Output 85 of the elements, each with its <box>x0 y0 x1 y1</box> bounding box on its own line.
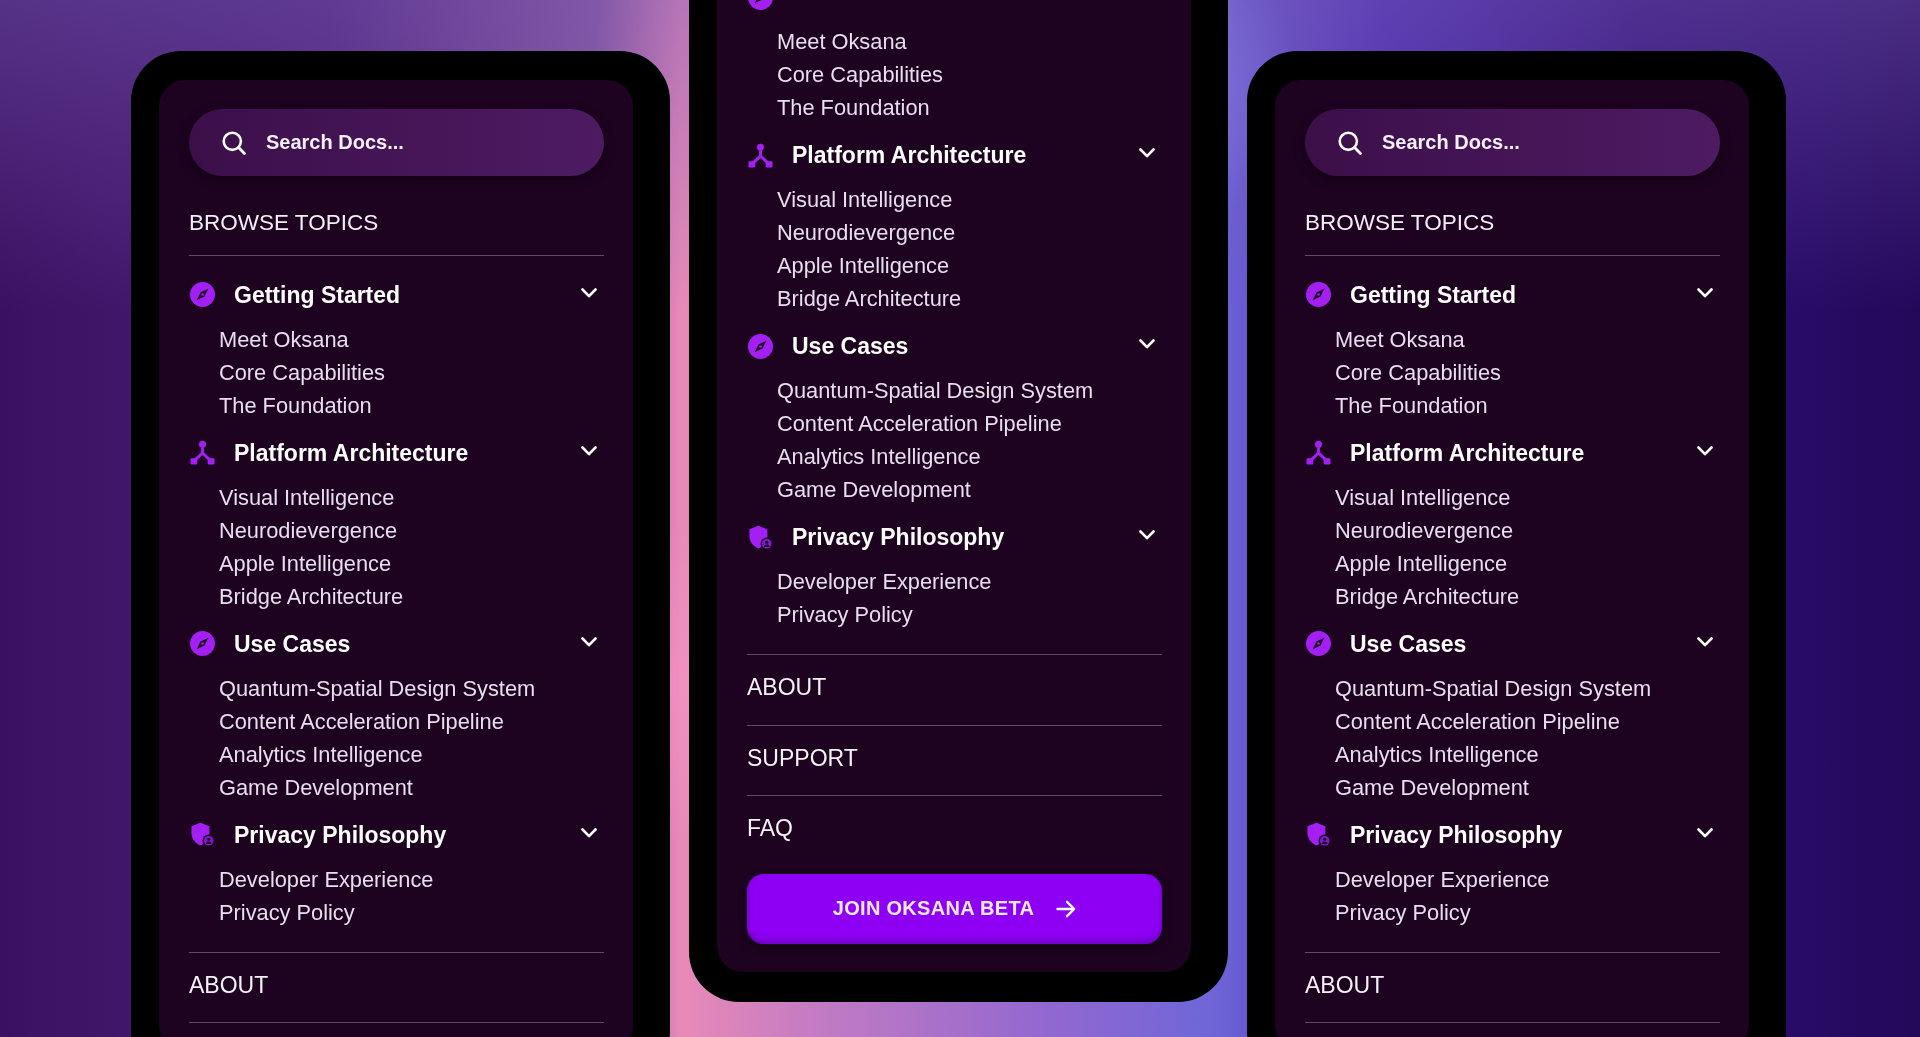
nav-link[interactable]: Meet Oksana <box>777 25 907 58</box>
section-title: BROWSE TOPICS <box>189 208 604 256</box>
search-field[interactable]: Search Docs... <box>189 109 604 176</box>
chevron-down-icon[interactable] <box>581 827 597 838</box>
chevron-down-icon[interactable] <box>1697 445 1713 456</box>
compass-icon <box>1306 282 1331 307</box>
nav-link[interactable]: Neurodievergence <box>777 216 956 249</box>
nav-link[interactable]: Privacy Policy <box>1335 895 1471 929</box>
nav-link[interactable]: Game Development <box>1335 770 1529 804</box>
nav-link[interactable]: Content Acceleration Pipeline <box>777 407 1062 440</box>
chevron-down-icon[interactable] <box>581 287 597 298</box>
nav-link[interactable]: Quantum-Spatial Design System <box>1335 671 1652 705</box>
nav-link[interactable]: Privacy Policy <box>219 895 355 929</box>
network-icon <box>748 142 773 168</box>
nav-link[interactable]: The Foundation <box>219 388 372 422</box>
nav-link[interactable]: Visual Intelligence <box>777 183 953 216</box>
compass-icon <box>190 282 215 307</box>
chevron-down-icon[interactable] <box>581 445 597 456</box>
nav-link[interactable]: Meet Oksana <box>1335 322 1465 356</box>
search-field[interactable]: Search Docs... <box>1305 109 1720 176</box>
shield-person-icon <box>748 524 773 550</box>
chevron-down-icon[interactable] <box>1139 339 1155 349</box>
nav-link[interactable]: ABOUT <box>1305 969 1385 1000</box>
topic-heading[interactable]: Use Cases <box>792 331 909 361</box>
nav-link[interactable]: Quantum-Spatial Design System <box>777 374 1094 407</box>
topic-heading[interactable]: Getting Started <box>234 279 401 310</box>
topic-heading[interactable]: Platform Architecture <box>1350 437 1585 468</box>
nav-link[interactable]: Quantum-Spatial Design System <box>219 671 536 705</box>
nav-link[interactable]: Game Development <box>219 770 413 804</box>
nav-link[interactable]: Visual Intelligence <box>1335 480 1511 514</box>
nav-link[interactable]: Core Capabilities <box>219 355 385 389</box>
nav-link[interactable]: ABOUT <box>189 969 269 1000</box>
nav-link[interactable]: Bridge Architecture <box>219 579 404 613</box>
nav-link[interactable]: The Foundation <box>777 91 930 124</box>
search-icon <box>222 130 246 155</box>
nav-link[interactable]: The Foundation <box>1335 388 1488 422</box>
join-button[interactable]: JOIN OKSANA BETA <box>747 873 1162 944</box>
chevron-down-icon[interactable] <box>581 636 597 647</box>
search-icon <box>1338 130 1362 155</box>
nav-link[interactable]: Neurodievergence <box>219 513 398 547</box>
nav-link[interactable]: FAQ <box>747 813 793 843</box>
nav-link[interactable]: Apple Intelligence <box>777 249 950 282</box>
compass-icon <box>1306 631 1331 656</box>
topic-heading[interactable]: Use Cases <box>1350 628 1467 659</box>
network-icon <box>190 440 215 465</box>
shield-person-icon <box>190 822 215 847</box>
topic-heading[interactable]: Privacy Philosophy <box>1350 819 1563 850</box>
shield-person-icon <box>1306 822 1331 847</box>
topic-heading[interactable]: Getting Started <box>1350 279 1517 310</box>
nav-link[interactable]: ABOUT <box>747 672 827 702</box>
topic-heading[interactable]: Privacy Philosophy <box>792 522 1005 552</box>
network-icon <box>1306 440 1331 465</box>
chevron-down-icon[interactable] <box>1697 827 1713 838</box>
arrow-right-icon <box>1056 899 1077 918</box>
nav-link[interactable]: Developer Experience <box>777 565 992 598</box>
nav-link[interactable]: Bridge Architecture <box>1335 579 1520 613</box>
section-title: BROWSE TOPICS <box>1305 208 1720 256</box>
topic-heading[interactable]: Use Cases <box>234 628 351 659</box>
chevron-down-icon[interactable] <box>1139 148 1155 158</box>
compass-icon <box>748 333 773 359</box>
nav-link[interactable]: Content Acceleration Pipeline <box>219 704 504 738</box>
nav-link[interactable]: Neurodievergence <box>1335 513 1514 547</box>
nav-link[interactable]: Apple Intelligence <box>219 546 392 580</box>
nav-link[interactable]: Analytics Intelligence <box>1335 737 1539 771</box>
nav-link[interactable]: SUPPORT <box>747 742 858 773</box>
nav-link[interactable]: Developer Experience <box>219 862 434 896</box>
topic-heading[interactable]: Platform Architecture <box>792 140 1027 170</box>
chevron-down-icon[interactable] <box>1697 287 1713 298</box>
topic-heading[interactable]: Platform Architecture <box>234 437 469 468</box>
nav-link[interactable]: Analytics Intelligence <box>777 440 981 473</box>
nav-link[interactable]: Game Development <box>777 473 971 506</box>
nav-link[interactable]: Core Capabilities <box>1335 355 1501 389</box>
nav-link[interactable]: Apple Intelligence <box>1335 546 1508 580</box>
nav-link[interactable]: Core Capabilities <box>777 58 943 91</box>
nav-link[interactable]: Visual Intelligence <box>219 480 395 514</box>
nav-link[interactable]: Developer Experience <box>1335 862 1550 896</box>
nav-link[interactable]: Content Acceleration Pipeline <box>1335 704 1620 738</box>
compass-icon <box>190 631 215 656</box>
chevron-down-icon[interactable] <box>1697 636 1713 647</box>
nav-link[interactable]: Bridge Architecture <box>777 282 962 315</box>
nav-link[interactable]: Meet Oksana <box>219 322 349 356</box>
nav-link[interactable]: Analytics Intelligence <box>219 737 423 771</box>
topic-heading[interactable]: Privacy Philosophy <box>234 819 447 850</box>
chevron-down-icon[interactable] <box>1139 530 1155 540</box>
nav-link[interactable]: Privacy Policy <box>777 598 913 631</box>
